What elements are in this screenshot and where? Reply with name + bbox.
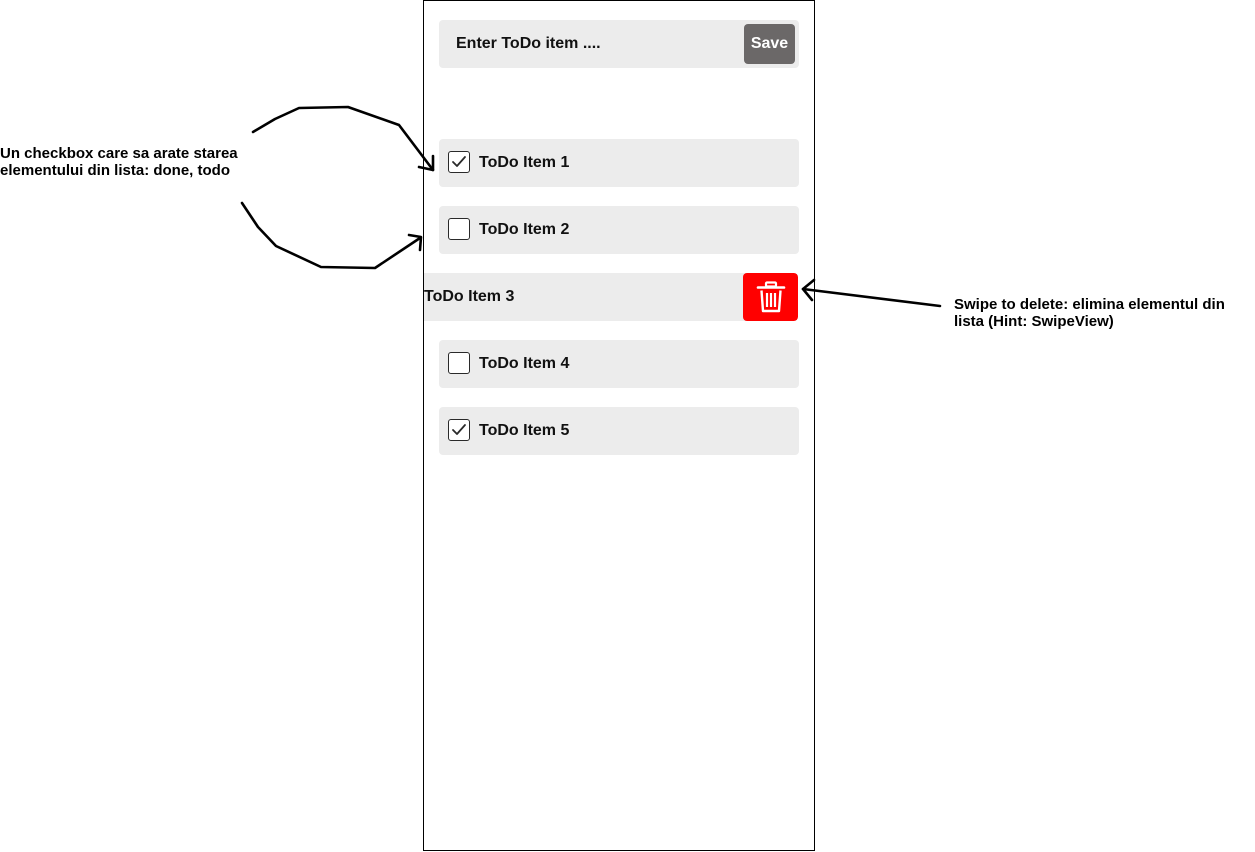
checkmark-icon (452, 156, 466, 167)
phone-frame: Save ToDo Item 1 ToDo Item 2 ToDo Item 3 (423, 0, 815, 851)
todo-checkbox-checked[interactable] (448, 419, 470, 441)
todo-item-label: ToDo Item 5 (479, 422, 570, 439)
todo-item-2[interactable]: ToDo Item 2 (439, 206, 799, 254)
checkmark-icon (452, 424, 466, 435)
checkbox-annotation: Un checkbox care sa arate starea element… (0, 145, 238, 179)
todo-item-1[interactable]: ToDo Item 1 (439, 139, 799, 187)
todo-entry-input[interactable] (439, 20, 739, 68)
todo-item-3-swiped[interactable]: ToDo Item 3 (424, 273, 798, 321)
todo-item-label: ToDo Item 1 (479, 154, 570, 171)
todo-checkbox-unchecked[interactable] (448, 352, 470, 374)
swipe-annotation: Swipe to delete: elimina elementul din l… (954, 296, 1225, 330)
arrow-to-delete-button (801, 287, 942, 308)
arrow-to-checked-checkbox (251, 105, 435, 172)
todo-item-5[interactable]: ToDo Item 5 (439, 407, 799, 455)
todo-item-label: ToDo Item 3 (424, 288, 515, 305)
todo-checkbox-unchecked[interactable] (448, 218, 470, 240)
save-button[interactable]: Save (744, 24, 795, 64)
todo-item-4[interactable]: ToDo Item 4 (439, 340, 799, 388)
arrowhead-to-unchecked-checkbox (407, 233, 423, 252)
todo-item-label: ToDo Item 4 (479, 355, 570, 372)
todo-checkbox-checked[interactable] (448, 151, 470, 173)
todo-item-label: ToDo Item 2 (479, 221, 570, 238)
trash-icon (756, 281, 786, 313)
todo-entry-bar: Save (439, 20, 799, 68)
arrow-to-unchecked-checkbox (240, 201, 422, 270)
swipe-delete-button[interactable] (743, 273, 798, 321)
